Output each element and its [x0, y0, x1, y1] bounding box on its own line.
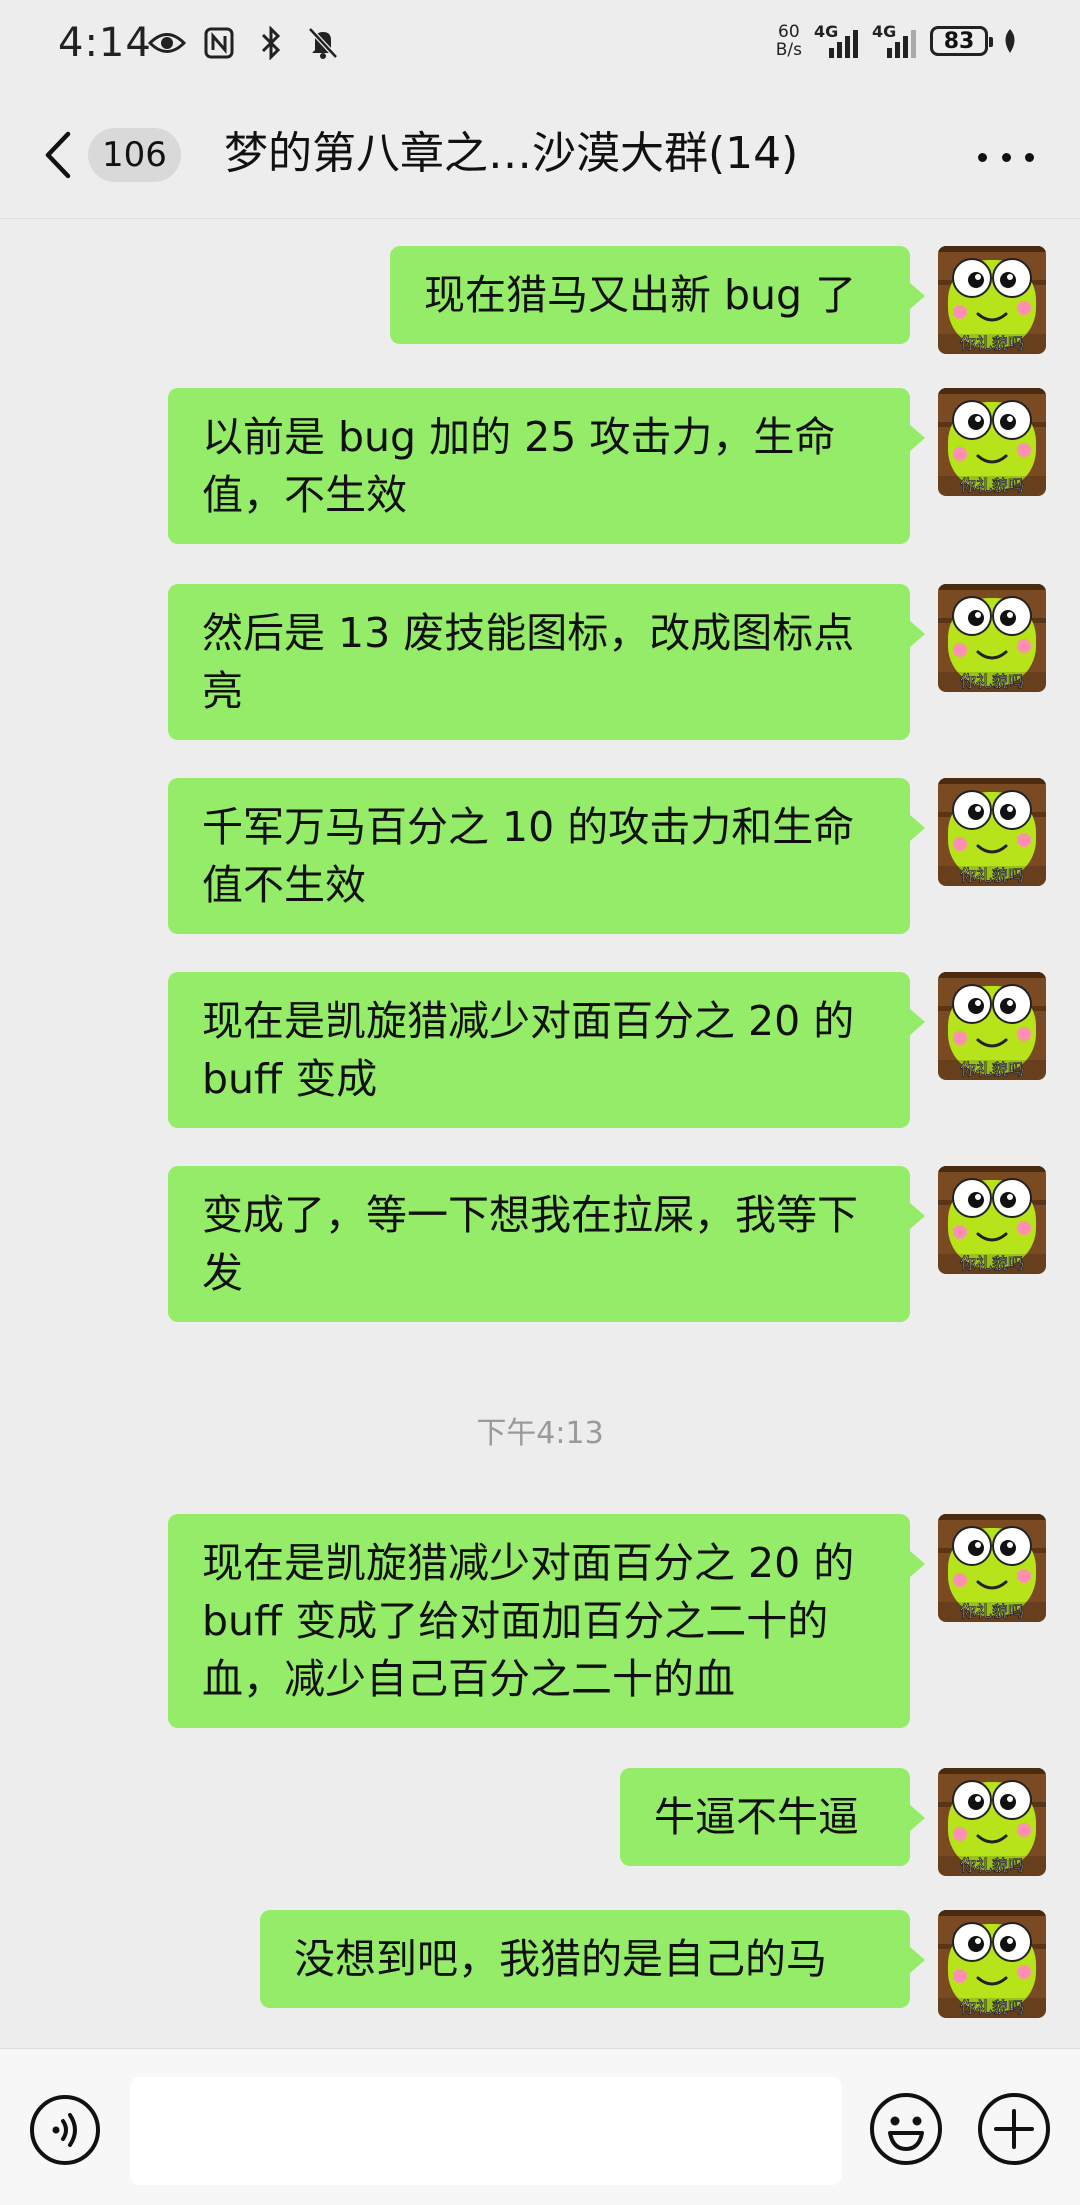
bluetooth-icon: [252, 24, 290, 62]
svg-text:你礼貌吗: 你礼貌吗: [960, 1998, 1024, 2017]
message-bubble[interactable]: 以前是 bug 加的 25 攻击力，生命值，不生效: [168, 388, 925, 544]
svg-text:你礼貌吗: 你礼貌吗: [960, 866, 1024, 885]
avatar[interactable]: 你礼貌吗: [938, 778, 1046, 886]
unread-count-badge[interactable]: 106: [88, 128, 181, 182]
message-bubble[interactable]: 然后是 13 废技能图标，改成图标点亮: [168, 584, 925, 740]
battery-icon: 83: [930, 26, 993, 56]
mute-bell-icon: [304, 24, 342, 62]
avatar[interactable]: 你礼貌吗: [938, 1910, 1046, 2018]
chat-area: 现在猎马又出新 bug 了 你礼貌吗 以前是 bug 加的 25 攻击力，生命值…: [0, 218, 1080, 2048]
eye-icon: [148, 24, 186, 62]
svg-text:你礼貌吗: 你礼貌吗: [960, 1602, 1024, 1621]
avatar[interactable]: 你礼貌吗: [938, 584, 1046, 692]
svg-text:你礼貌吗: 你礼貌吗: [960, 334, 1024, 353]
message-bubble[interactable]: 现在是凯旋猎减少对面百分之 20 的 buff 变成: [168, 972, 925, 1128]
svg-text:你礼貌吗: 你礼貌吗: [960, 1856, 1024, 1875]
message-timestamp: 下午4:13: [476, 1416, 604, 1451]
avatar[interactable]: 你礼貌吗: [938, 388, 1046, 496]
svg-text:你礼貌吗: 你礼貌吗: [960, 672, 1024, 691]
avatar[interactable]: 你礼貌吗: [938, 1166, 1046, 1274]
message-bubble[interactable]: 变成了，等一下想我在拉屎，我等下发: [168, 1166, 925, 1322]
avatar[interactable]: 你礼貌吗: [938, 246, 1046, 354]
message-bubble[interactable]: 牛逼不牛逼: [620, 1768, 925, 1866]
avatar[interactable]: 你礼貌吗: [938, 972, 1046, 1080]
avatar[interactable]: 你礼貌吗: [938, 1768, 1046, 1876]
svg-text:你礼貌吗: 你礼貌吗: [960, 1060, 1024, 1079]
signal-1-icon: 4G: [814, 22, 860, 58]
back-arrow-icon[interactable]: [40, 130, 76, 180]
emoji-icon[interactable]: [868, 2091, 944, 2167]
right-status: 60 B/s 4G 4G 83: [776, 22, 1020, 60]
nfc-icon: [200, 24, 238, 62]
message-bubble[interactable]: 现在是凯旋猎减少对面百分之 20 的 buff 变成了给对面加百分之二十的血，减…: [168, 1514, 925, 1728]
message-bubble[interactable]: 现在猎马又出新 bug 了: [390, 246, 925, 344]
add-more-icon[interactable]: [976, 2091, 1052, 2167]
message-input[interactable]: [130, 2077, 842, 2185]
network-speed: 60 B/s: [775, 22, 802, 60]
signal-2-icon: 4G: [872, 22, 918, 58]
input-bar: [0, 2048, 1080, 2205]
chat-title: 梦的第八章之…沙漠大群(14): [224, 128, 799, 179]
svg-text:你礼貌吗: 你礼貌吗: [960, 1254, 1024, 1273]
svg-text:你礼貌吗: 你礼貌吗: [960, 476, 1024, 495]
message-bubble[interactable]: 千军万马百分之 10 的攻击力和生命值不生效: [168, 778, 925, 934]
avatar[interactable]: 你礼貌吗: [938, 1514, 1046, 1622]
status-time: 4:14: [58, 20, 152, 66]
status-icons: [148, 24, 342, 62]
status-bar: 4:14 60 B/s 4G 4G 83: [0, 0, 1080, 92]
leaf-icon: [1000, 22, 1020, 60]
more-options-icon[interactable]: [978, 142, 1034, 172]
message-bubble[interactable]: 没想到吧，我猎的是自己的马: [260, 1910, 925, 2008]
voice-input-icon[interactable]: [28, 2093, 102, 2167]
chat-header: 106 梦的第八章之…沙漠大群(14): [0, 92, 1080, 219]
